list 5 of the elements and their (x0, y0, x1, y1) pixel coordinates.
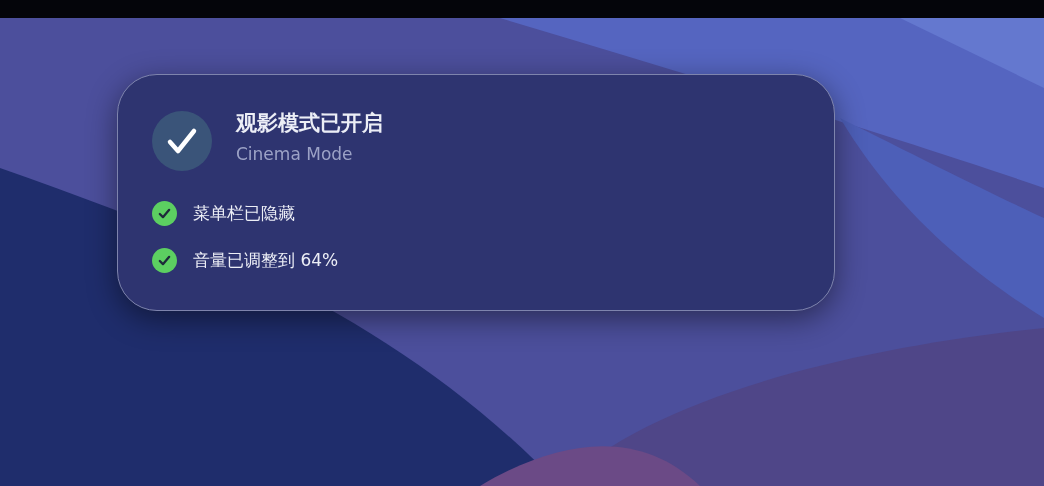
notification-title: 观影模式已开启 (236, 111, 383, 137)
checkmark-icon (152, 111, 212, 171)
status-text: 菜单栏已隐藏 (193, 202, 295, 225)
status-text: 音量已调整到 64% (193, 248, 339, 272)
notification-subtitle: Cinema Mode (236, 144, 354, 165)
